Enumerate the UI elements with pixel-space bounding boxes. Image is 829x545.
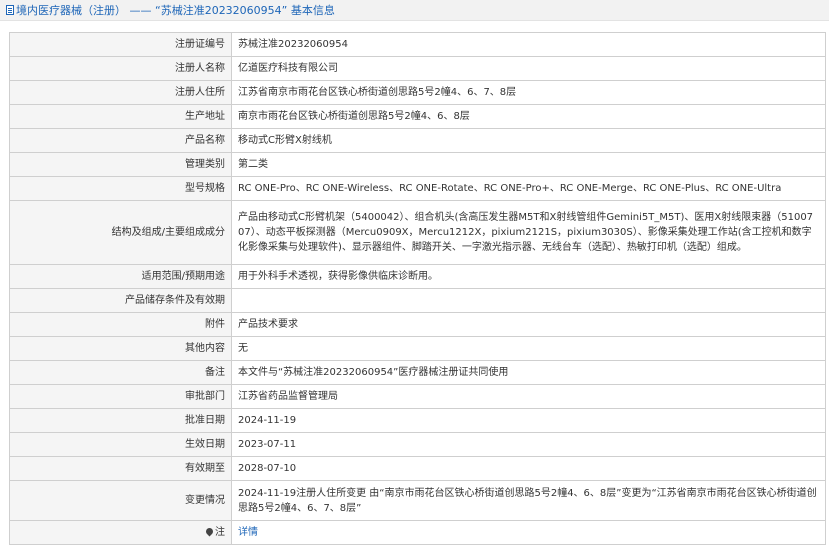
row-value: 用于外科手术透视，获得影像供临床诊断用。 — [231, 264, 826, 289]
page-title-text: 境内医疗器械（注册） —— “苏械注准20232060954” 基本信息 — [16, 4, 335, 17]
table-row: 附件 产品技术要求 — [9, 312, 826, 337]
table-row: 结构及组成/主要组成成分 产品由移动式C形臂机架（5400042）、组合机头(含… — [9, 200, 826, 265]
note-value-cell: 详情 — [231, 520, 826, 545]
row-label: 型号规格 — [9, 176, 232, 201]
note-label-cell: 注 — [9, 520, 232, 545]
table-row: 适用范围/预期用途 用于外科手术透视，获得影像供临床诊断用。 — [9, 264, 826, 289]
document-icon — [6, 5, 14, 15]
row-label: 管理类别 — [9, 152, 232, 177]
row-label: 注册人住所 — [9, 80, 232, 105]
pin-icon — [204, 526, 215, 537]
table-row: 审批部门 江苏省药品监督管理局 — [9, 384, 826, 409]
row-value: 亿道医疗科技有限公司 — [231, 56, 826, 81]
row-label: 有效期至 — [9, 456, 232, 481]
table-row: 产品储存条件及有效期 — [9, 288, 826, 313]
row-value: RC ONE-Pro、RC ONE-Wireless、RC ONE-Rotate… — [231, 176, 826, 201]
row-value: 产品由移动式C形臂机架（5400042）、组合机头(含高压发生器M5T和X射线管… — [231, 200, 826, 265]
row-value: 2028-07-10 — [231, 456, 826, 481]
row-value: 本文件与“苏械注准20232060954”医疗器械注册证共同使用 — [231, 360, 826, 385]
info-table: 注册证编号 苏械注准20232060954 注册人名称 亿道医疗科技有限公司 注… — [9, 32, 826, 545]
row-value: 2024-11-19 — [231, 408, 826, 433]
table-row: 备注 本文件与“苏械注准20232060954”医疗器械注册证共同使用 — [9, 360, 826, 385]
row-label: 适用范围/预期用途 — [9, 264, 232, 289]
row-value: 第二类 — [231, 152, 826, 177]
row-label: 生产地址 — [9, 104, 232, 129]
row-label: 变更情况 — [9, 480, 232, 521]
table-row: 型号规格 RC ONE-Pro、RC ONE-Wireless、RC ONE-R… — [9, 176, 826, 201]
table-row: 生效日期 2023-07-11 — [9, 432, 826, 457]
table-row: 注册证编号 苏械注准20232060954 — [9, 32, 826, 57]
row-value: 2024-11-19注册人住所变更 由“南京市雨花台区铁心桥街道创思路5号2幢4… — [231, 480, 826, 521]
row-value: 2023-07-11 — [231, 432, 826, 457]
note-label: 注 — [215, 527, 225, 538]
table-row: 批准日期 2024-11-19 — [9, 408, 826, 433]
row-label: 其他内容 — [9, 336, 232, 361]
row-label: 审批部门 — [9, 384, 232, 409]
row-label: 结构及组成/主要组成成分 — [9, 200, 232, 265]
row-value: 江苏省南京市雨花台区铁心桥街道创思路5号2幢4、6、7、8层 — [231, 80, 826, 105]
row-value: 无 — [231, 336, 826, 361]
row-label: 批准日期 — [9, 408, 232, 433]
row-label: 注册证编号 — [9, 32, 232, 57]
note-row: 注 详情 — [9, 520, 826, 545]
table-row: 管理类别 第二类 — [9, 152, 826, 177]
row-value: 移动式C形臂X射线机 — [231, 128, 826, 153]
header-bar: 境内医疗器械（注册） —— “苏械注准20232060954” 基本信息 — [0, 0, 829, 21]
table-row: 生产地址 南京市雨花台区铁心桥街道创思路5号2幢4、6、8层 — [9, 104, 826, 129]
row-label: 附件 — [9, 312, 232, 337]
row-value: 产品技术要求 — [231, 312, 826, 337]
row-label: 产品储存条件及有效期 — [9, 288, 232, 313]
detail-link[interactable]: 详情 — [238, 527, 258, 538]
table-row: 注册人名称 亿道医疗科技有限公司 — [9, 56, 826, 81]
row-value: 苏械注准20232060954 — [231, 32, 826, 57]
table-row: 有效期至 2028-07-10 — [9, 456, 826, 481]
row-label: 生效日期 — [9, 432, 232, 457]
row-label: 备注 — [9, 360, 232, 385]
row-label: 注册人名称 — [9, 56, 232, 81]
table-row: 注册人住所 江苏省南京市雨花台区铁心桥街道创思路5号2幢4、6、7、8层 — [9, 80, 826, 105]
table-row: 变更情况 2024-11-19注册人住所变更 由“南京市雨花台区铁心桥街道创思路… — [9, 480, 826, 521]
row-value: 江苏省药品监督管理局 — [231, 384, 826, 409]
row-value: 南京市雨花台区铁心桥街道创思路5号2幢4、6、8层 — [231, 104, 826, 129]
row-value — [231, 288, 826, 313]
row-label: 产品名称 — [9, 128, 232, 153]
table-row: 其他内容 无 — [9, 336, 826, 361]
table-row: 产品名称 移动式C形臂X射线机 — [9, 128, 826, 153]
page-title: 境内医疗器械（注册） —— “苏械注准20232060954” 基本信息 — [6, 3, 335, 18]
